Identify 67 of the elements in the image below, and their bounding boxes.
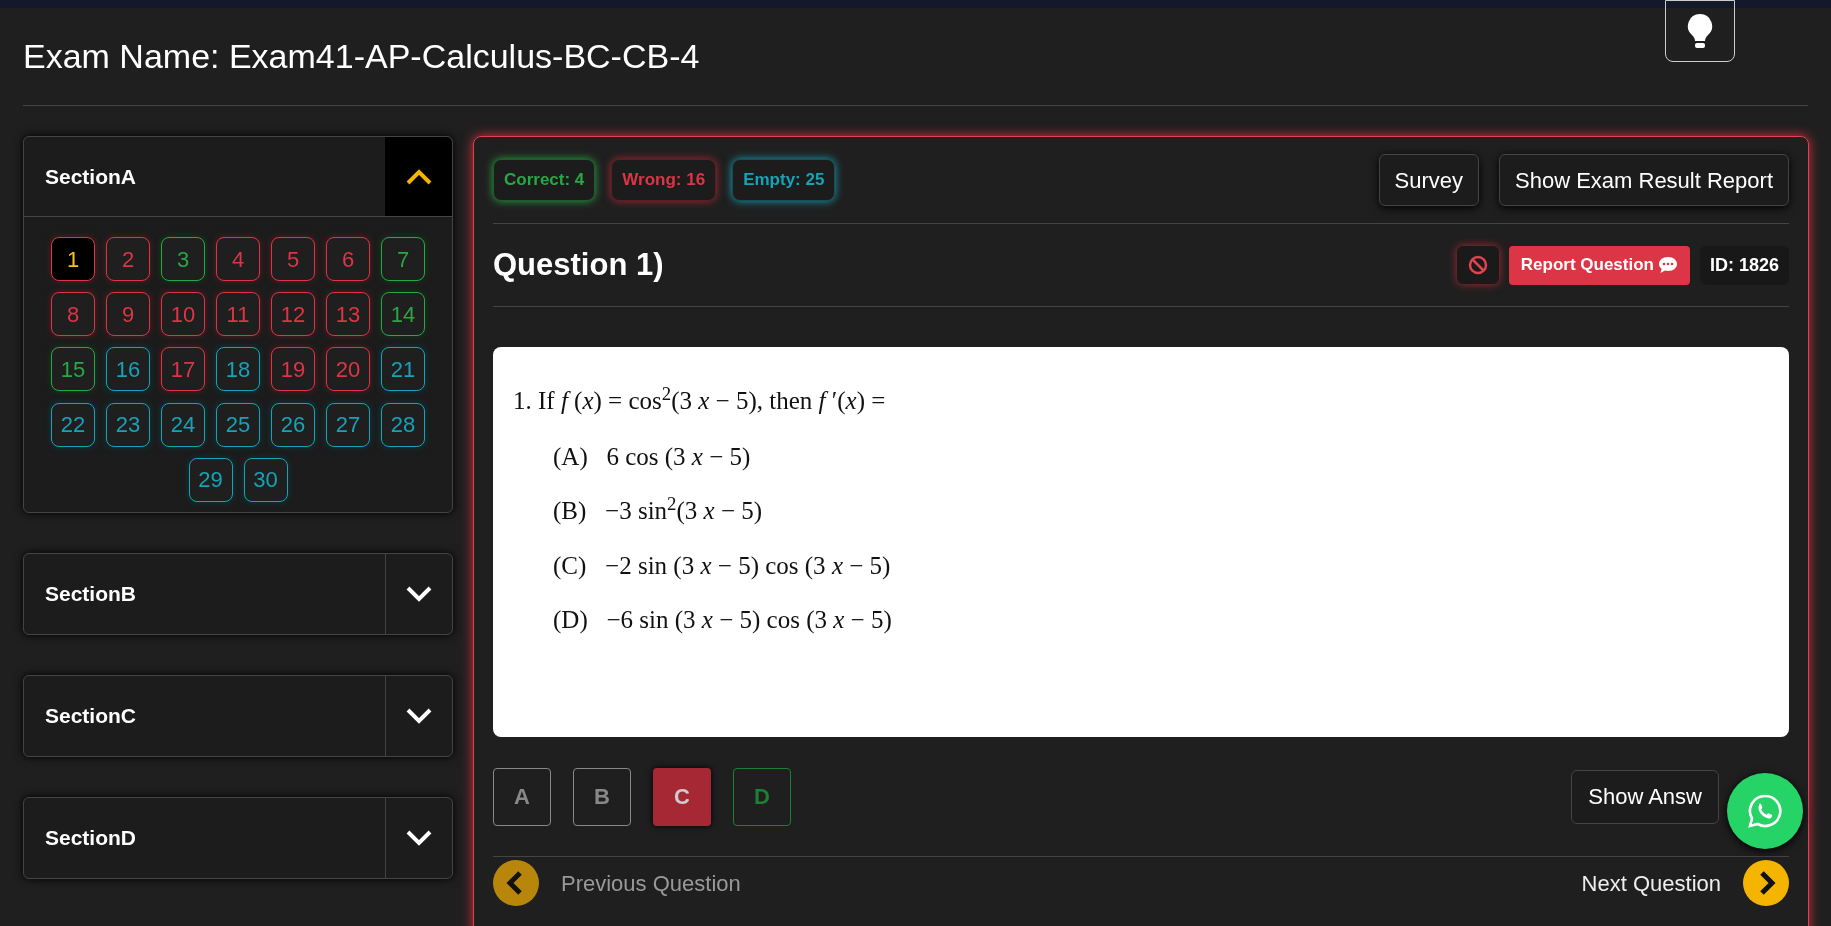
answer-option-button[interactable]: D xyxy=(733,767,791,826)
question-number-button[interactable]: 25 xyxy=(216,402,260,447)
question-number-button[interactable]: 19 xyxy=(271,347,315,392)
exam-title: Exam Name: Exam41-AP-Calculus-BC-CB-4 xyxy=(23,36,700,77)
question-number-button[interactable]: 1 xyxy=(51,237,95,281)
question-number-button[interactable]: 4 xyxy=(216,237,260,281)
question-number-button[interactable]: 21 xyxy=(381,347,425,392)
question-number-button[interactable]: 8 xyxy=(51,292,95,337)
question-number-button[interactable]: 2 xyxy=(106,237,150,281)
answer-option-button[interactable]: A xyxy=(493,767,551,826)
whatsapp-button[interactable] xyxy=(1727,773,1803,849)
question-number-button[interactable]: 15 xyxy=(51,347,95,392)
chevron-down-icon xyxy=(405,829,433,847)
question-number-button[interactable]: 12 xyxy=(271,292,315,337)
question-number-button[interactable]: 23 xyxy=(106,402,150,447)
question-number-button[interactable]: 7 xyxy=(381,237,425,281)
answer-option-button[interactable]: B xyxy=(573,767,631,826)
question-number-button[interactable]: 28 xyxy=(381,402,425,447)
previous-question-link[interactable]: Previous Question xyxy=(561,866,741,900)
question-number-button[interactable]: 10 xyxy=(161,292,205,337)
show-answer-button[interactable]: Show Answ xyxy=(1571,769,1719,824)
chevron-up-icon xyxy=(404,167,433,186)
score-badge: Wrong: 16 xyxy=(611,159,717,201)
answer-option-button[interactable]: C xyxy=(653,767,711,826)
chevron-down-icon xyxy=(405,585,433,603)
question-number-button[interactable]: 17 xyxy=(161,347,205,392)
question-number-button[interactable]: 22 xyxy=(51,402,95,447)
report-question-button[interactable]: Report Question xyxy=(1508,245,1690,285)
answer-choice: (B) −3 sin$^{2}$(3 x − 5) xyxy=(553,492,764,527)
question-number-button[interactable]: 30 xyxy=(243,457,288,502)
question-number-button[interactable]: 14 xyxy=(381,292,425,337)
question-text: 1. If f (x) = cos$^{2}$(3 x − 5), then f ′(x) = xyxy=(513,382,887,417)
question-number-button[interactable]: 29 xyxy=(188,457,233,502)
answer-choice: (A) 6 cos (3 x − 5) xyxy=(553,441,752,473)
question-number-button[interactable]: 6 xyxy=(326,237,370,281)
question-title: Question 1) xyxy=(493,245,664,284)
question-number-button[interactable]: 5 xyxy=(271,237,315,281)
block-button[interactable] xyxy=(1456,246,1499,284)
question-number-button[interactable]: 27 xyxy=(326,402,370,447)
question-number-button[interactable]: 11 xyxy=(216,292,260,337)
next-question-link[interactable]: Next Question xyxy=(1581,866,1721,900)
section-title: SectionC xyxy=(44,703,137,730)
prohibited-icon xyxy=(1467,255,1488,275)
lightbulb-icon xyxy=(1686,14,1714,48)
section-title: SectionD xyxy=(44,825,137,852)
question-number-button[interactable]: 9 xyxy=(106,292,150,337)
chevron-down-icon xyxy=(405,707,433,725)
survey-button[interactable]: Survey xyxy=(1378,154,1479,206)
question-number-button[interactable]: 18 xyxy=(216,347,260,392)
question-number-button[interactable]: 24 xyxy=(161,402,205,447)
section-title: SectionA xyxy=(44,163,137,190)
report-button[interactable]: Show Exam Result Report xyxy=(1499,154,1789,206)
question-number-button[interactable]: 26 xyxy=(271,402,315,447)
question-id: ID: 1826 xyxy=(1699,245,1789,285)
question-number-button[interactable]: 3 xyxy=(161,237,205,281)
answer-choice: (C) −2 sin (3 x − 5) cos (3 x − 5) xyxy=(553,550,892,582)
chat-phone-icon xyxy=(1747,793,1783,829)
speech-bubble-icon xyxy=(1657,256,1678,274)
section-title: SectionB xyxy=(44,581,137,608)
score-badge: Correct: 4 xyxy=(493,159,596,201)
answer-choice: (D) −6 sin (3 x − 5) cos (3 x − 5) xyxy=(553,605,893,636)
section-toggle-button[interactable] xyxy=(385,137,452,216)
lightbulb-button[interactable] xyxy=(1665,0,1735,62)
question-number-button[interactable]: 20 xyxy=(326,347,370,392)
question-number-button[interactable]: 16 xyxy=(106,347,150,392)
score-badge: Empty: 25 xyxy=(732,159,836,201)
question-number-button[interactable]: 13 xyxy=(326,292,370,337)
